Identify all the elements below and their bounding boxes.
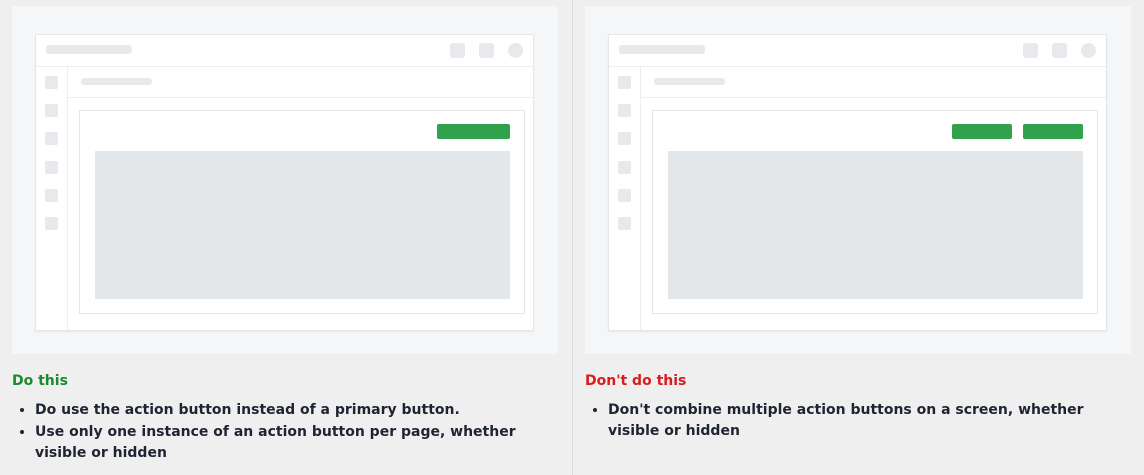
mock-action-button (437, 124, 510, 139)
mock-action-button (1023, 124, 1083, 139)
mock-topbar (36, 35, 533, 67)
mock-toolbar-square-icon (450, 43, 465, 58)
mock-sidebar-item-placeholder (618, 132, 631, 145)
mock-window (35, 34, 534, 331)
mock-sidebar-item-placeholder (45, 132, 58, 145)
mock-content-card (79, 110, 525, 314)
mock-content-placeholder (668, 151, 1083, 299)
mock-title-placeholder (619, 45, 705, 54)
guideline-item: Don't combine multiple action buttons on… (608, 400, 1130, 442)
mock-sidebar (609, 66, 641, 330)
mock-sidebar-item-placeholder (45, 104, 58, 117)
mock-sidebar-item-placeholder (45, 76, 58, 89)
mock-subheader (641, 66, 1106, 98)
mock-sidebar-item-placeholder (618, 189, 631, 202)
dont-heading: Don't do this (585, 373, 687, 389)
mock-sidebar-item-placeholder (618, 161, 631, 174)
mock-content-card (652, 110, 1098, 314)
mock-action-button (952, 124, 1012, 139)
dont-preview (585, 6, 1131, 354)
mock-content-placeholder (95, 151, 510, 299)
do-preview (12, 6, 558, 354)
do-guideline-list: Do use the action button instead of a pr… (12, 400, 557, 465)
mock-breadcrumb-placeholder (654, 78, 725, 85)
mock-topbar (609, 35, 1106, 67)
mock-sidebar-item-placeholder (618, 104, 631, 117)
mock-toolbar-square-icon (1023, 43, 1038, 58)
dont-panel: Don't do this Don't combine multiple act… (572, 0, 1144, 475)
mock-subheader (68, 66, 533, 98)
mock-avatar-circle-icon (1081, 43, 1096, 58)
mock-title-placeholder (46, 45, 132, 54)
mock-toolbar-square-icon (1052, 43, 1067, 58)
mock-toolbar-square-icon (479, 43, 494, 58)
mock-window (608, 34, 1107, 331)
mock-sidebar-item-placeholder (45, 189, 58, 202)
mock-sidebar-item-placeholder (45, 217, 58, 230)
mock-sidebar-item-placeholder (45, 161, 58, 174)
guideline-item: Do use the action button instead of a pr… (35, 400, 557, 421)
do-panel: Do this Do use the action button instead… (0, 0, 572, 475)
mock-breadcrumb-placeholder (81, 78, 152, 85)
mock-avatar-circle-icon (508, 43, 523, 58)
mock-sidebar-item-placeholder (618, 217, 631, 230)
mock-sidebar (36, 66, 68, 330)
mock-sidebar-item-placeholder (618, 76, 631, 89)
do-heading: Do this (12, 373, 68, 389)
guideline-item: Use only one instance of an action butto… (35, 422, 557, 464)
dont-guideline-list: Don't combine multiple action buttons on… (585, 400, 1130, 443)
